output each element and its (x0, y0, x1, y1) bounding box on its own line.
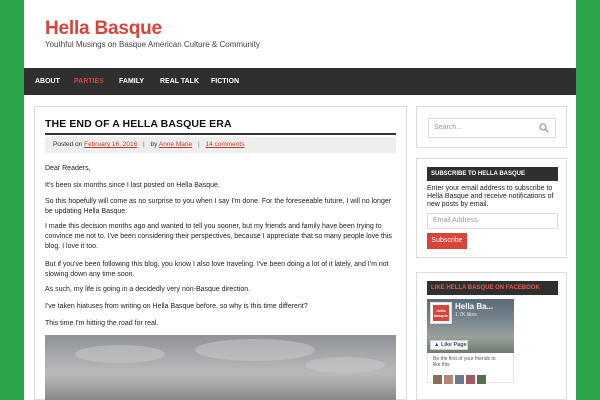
facebook-page-name[interactable]: Hella Ba... (455, 302, 493, 311)
post-featured-image (45, 335, 396, 400)
site-title[interactable]: Hella Basque (45, 18, 162, 40)
posted-on-label: Posted on (53, 141, 83, 148)
subscribe-button[interactable]: Subscribe (427, 233, 467, 249)
post-title[interactable]: The End of a Hella Basque Era (45, 118, 232, 130)
post-paragraph: It's been six months since I last posted… (45, 182, 220, 189)
by-label: by (150, 141, 158, 148)
post-paragraph: As such, my life is going in a decidedly… (45, 286, 251, 293)
facebook-widget-header[interactable]: Like Hella Basque on Facebook (427, 281, 558, 295)
search-placeholder: Search... (434, 124, 463, 131)
nav-item-family[interactable]: Family (119, 68, 144, 95)
page-container: Hella Basque Youthful Musings on Basque … (24, 0, 576, 400)
post-paragraph: So this hopefully will come as no surpri… (45, 198, 392, 215)
nav-item-fiction[interactable]: Fiction (211, 68, 239, 95)
post-author-link[interactable]: Anne Marie (159, 141, 192, 148)
facebook-first-friends-text: Be the first of your friends to like thi… (433, 356, 496, 368)
facebook-faces (433, 371, 488, 384)
email-field[interactable]: Email Address (427, 213, 558, 229)
search-widget: Search... (416, 106, 567, 148)
nav-item-real-talk[interactable]: Real Talk (160, 68, 199, 95)
facebook-widget: Like Hella Basque on Facebook hella basq… (416, 272, 567, 400)
meta-separator: | (143, 141, 145, 148)
image-cloud (305, 357, 385, 373)
post-paragraph: This time I'm hitting the road for real. (45, 320, 159, 327)
nav-item-about[interactable]: About (35, 68, 60, 95)
avatar[interactable] (433, 375, 442, 384)
post-paragraph: Dear Readers, (45, 165, 91, 172)
avatar[interactable] (444, 375, 453, 384)
title-divider (45, 133, 396, 135)
site-description: Youthful Musings on Basque American Cult… (45, 40, 260, 49)
page-logo-text: hella basque (433, 305, 449, 321)
main-navigation: About Parties Family Real Talk Fiction (24, 68, 576, 95)
post-content-panel: The End of a Hella Basque Era Posted on … (34, 106, 407, 400)
post-paragraph: I made this decision months ago and want… (45, 223, 392, 250)
nav-item-parties[interactable]: Parties (74, 68, 104, 95)
facebook-page-logo[interactable]: hella basque (430, 302, 452, 324)
subscribe-description: Enter your email address to subscribe to… (427, 185, 554, 208)
facebook-page-plugin[interactable]: hella basque Hella Ba... 1.7K likes ▲ Li… (427, 299, 514, 353)
comments-link[interactable]: 14 comments (205, 141, 244, 148)
thumbs-up-icon: ▲ (434, 342, 440, 348)
image-cloud (195, 339, 315, 361)
facebook-like-count: 1.7K likes (455, 312, 477, 318)
image-cloud (75, 345, 165, 363)
subscribe-widget-header: Subscribe to Hella Basque (427, 167, 558, 181)
like-button-label: Like Page (440, 342, 467, 348)
facebook-friends-box: Be the first of your friends to like thi… (427, 353, 514, 384)
avatar[interactable] (455, 375, 464, 384)
post-paragraph: I've taken hiatuses from writing on Hell… (45, 303, 308, 310)
post-date-link[interactable]: February 16, 2016 (84, 141, 137, 148)
facebook-like-button[interactable]: ▲ Like Page (430, 340, 468, 350)
meta-separator: | (197, 141, 200, 148)
post-meta-bar: Posted on February 16, 2016 | by Anne Ma… (45, 137, 396, 153)
search-icon[interactable] (539, 123, 549, 133)
post-paragraph: But if you've been following this blog, … (45, 261, 389, 278)
avatar[interactable] (466, 375, 475, 384)
avatar[interactable] (477, 375, 486, 384)
search-input[interactable]: Search... (428, 118, 556, 138)
subscribe-widget: Subscribe to Hella Basque Enter your ema… (416, 158, 567, 258)
